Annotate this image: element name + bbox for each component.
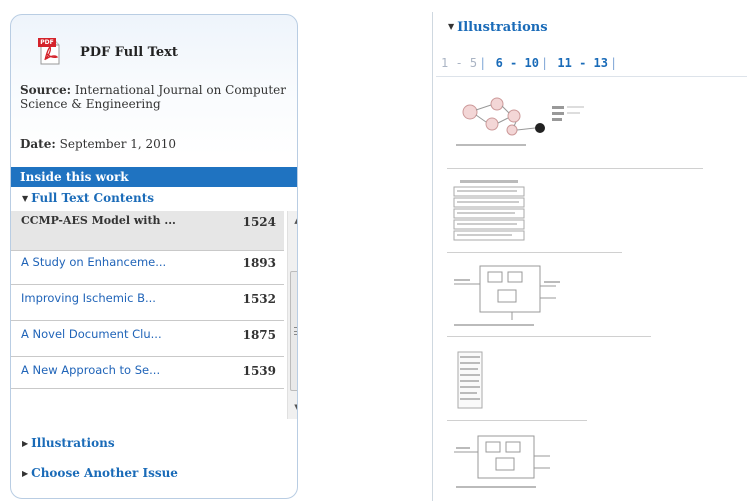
illustrations-header[interactable]: ▼ Illustrations: [448, 20, 548, 35]
pager-separator: |: [479, 56, 487, 70]
toc-item-number: 1532: [242, 292, 276, 306]
toc-item[interactable]: A Novel Document Clu... 1875: [11, 321, 284, 357]
illustration-thumbnail-4[interactable]: [452, 350, 512, 416]
scroll-thumb[interactable]: [290, 271, 297, 391]
left-sidebar-panel: PDF PDF Full Text Source: International …: [10, 14, 298, 499]
pdf-icon-tag: PDF: [38, 38, 56, 47]
pager-underline: [436, 76, 747, 77]
illustration-thumbnail-5[interactable]: [452, 430, 572, 496]
pager-current-page: 1 - 5: [441, 56, 478, 70]
source-label: Source:: [20, 83, 72, 97]
toc-item[interactable]: Improving Ischemic B... 1532: [11, 285, 284, 321]
triangle-right-icon: ▶: [22, 438, 29, 448]
illustration-thumbnail-3[interactable]: [452, 262, 572, 334]
grip-icon: [294, 327, 297, 335]
illustrations-left-label: Illustrations: [31, 436, 115, 450]
toc-item-number: 1539: [242, 364, 276, 378]
thumbnail-separator: [447, 252, 622, 253]
toc-item-title[interactable]: CCMP-AES Model with ...: [21, 215, 181, 250]
toc-item-number: 1893: [242, 256, 276, 270]
pager-separator: |: [610, 56, 618, 70]
toc-item-title[interactable]: A Novel Document Clu...: [21, 328, 181, 356]
pager-separator: |: [540, 56, 549, 70]
thumbnail-separator: [447, 336, 651, 337]
toc-item-number: 1524: [242, 215, 276, 229]
thumbnail-figure-image: [456, 97, 584, 146]
pdf-full-text-link[interactable]: PDF PDF Full Text: [38, 37, 178, 67]
scroll-down-arrow-icon[interactable]: ▼: [288, 399, 297, 415]
illustration-thumbnail-1[interactable]: [452, 92, 622, 156]
pager-link-6-10[interactable]: 6 - 10: [496, 56, 539, 70]
full-text-contents-label: Full Text Contents: [31, 191, 155, 205]
pdf-full-text-label[interactable]: PDF Full Text: [80, 45, 178, 60]
date-value: September 1, 2010: [59, 137, 177, 151]
illustration-thumbnail-2[interactable]: [452, 178, 562, 250]
inside-this-work-header: Inside this work: [11, 167, 297, 187]
toc-scrollbar[interactable]: ▲ ▼: [287, 211, 297, 419]
triangle-down-icon: ▼: [22, 193, 29, 203]
thumbnail-separator: [447, 420, 587, 421]
date-info: Date: September 1, 2010: [20, 137, 295, 151]
date-label: Date:: [20, 137, 56, 151]
choose-another-issue-toggle[interactable]: ▶ Choose Another Issue: [22, 466, 178, 480]
thumbnail-figure-image: [457, 351, 483, 409]
toc-item-title[interactable]: A Study on Enhanceme...: [21, 256, 181, 284]
toc-item[interactable]: CCMP-AES Model with ... 1524: [11, 211, 284, 251]
toc-list: CCMP-AES Model with ... 1524 A Study on …: [11, 211, 286, 389]
thumbnail-separator: [447, 168, 703, 169]
thumbnail-figure-image: [453, 180, 525, 241]
illustrations-toggle-left[interactable]: ▶ Illustrations: [22, 436, 115, 450]
source-info: Source: International Journal on Compute…: [20, 83, 295, 111]
pdf-file-icon: PDF: [38, 38, 62, 66]
toc-item[interactable]: A Study on Enhanceme... 1893: [11, 251, 284, 285]
scroll-up-arrow-icon[interactable]: ▲: [288, 213, 297, 229]
illustrations-pager: 1 - 5 | 6 - 10 | 11 - 13 |: [441, 56, 619, 70]
pager-link-11-13[interactable]: 11 - 13: [557, 56, 608, 70]
choose-another-issue-label: Choose Another Issue: [31, 466, 178, 480]
illustrations-title: Illustrations: [457, 20, 548, 35]
full-text-contents-toggle[interactable]: ▼ Full Text Contents: [22, 191, 154, 205]
thumbnail-figure-image: [454, 265, 560, 326]
thumbnail-figure-image: [454, 435, 550, 488]
triangle-right-icon: ▶: [22, 468, 29, 478]
toc-item-title[interactable]: Improving Ischemic B...: [21, 292, 181, 320]
toc-item[interactable]: A New Approach to Se... 1539: [11, 357, 284, 389]
toc-item-title[interactable]: A New Approach to Se...: [21, 364, 181, 388]
triangle-down-icon: ▼: [448, 21, 455, 31]
panel-divider: [432, 12, 433, 501]
toc-item-number: 1875: [242, 328, 276, 342]
